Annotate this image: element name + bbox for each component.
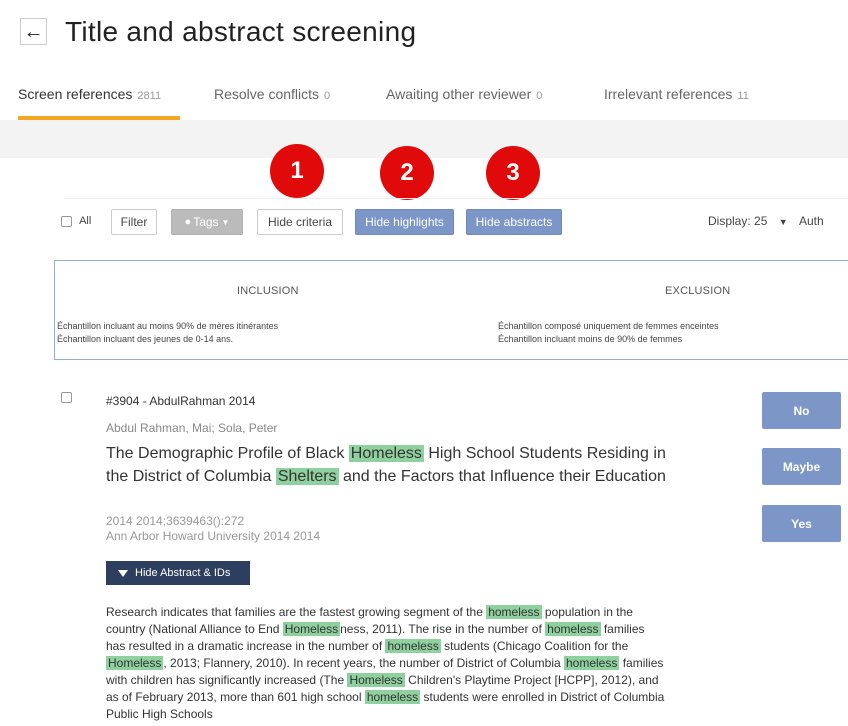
tab-count: 2811 [137,90,162,102]
hide-abstract-button[interactable]: Hide Abstract & IDs [106,561,250,585]
reference-abstract: Research indicates that families are the… [106,604,666,723]
exclusion-heading: EXCLUSION [665,285,731,297]
annotation-marker-3: 3 [486,146,540,200]
keyword-highlight: Homeless [348,445,424,462]
filter-button[interactable]: Filter [111,209,157,235]
hide-abstract-label: Hide Abstract & IDs [135,567,231,579]
criteria-box: INCLUSION Échantillon incluant au moins … [54,260,848,360]
title-text: The Demographic Profile of Black [106,445,349,462]
tags-label: Tags [193,215,219,229]
tag-icon: ● [184,216,192,228]
page-title: Title and abstract screening [65,16,417,47]
exclusion-criterion: Échantillon incluant moins de 90% de fem… [498,334,683,344]
tab-irrelevant-references[interactable]: Irrelevant references 11 [604,86,749,102]
abstract-text: Research indicates that families are the… [106,605,487,619]
chevron-down-icon: ▼ [778,217,788,227]
tab-count: 11 [737,90,749,102]
keyword-highlight: Homeless [106,656,164,670]
tab-bar: Screen references 2811 Resolve conflicts 0… [0,68,848,121]
inclusion-heading: INCLUSION [237,285,299,297]
keyword-highlight: homeless [385,639,441,653]
hide-highlights-button[interactable]: Hide highlights [355,209,454,235]
reference-meta: 2014 2014;3639463():272 Ann Arbor Howard… [106,514,320,544]
tab-label: Screen references [18,86,133,102]
publisher-info: Ann Arbor Howard University 2014 2014 [106,529,321,543]
keyword-highlight: Homeless [282,622,341,636]
exclusion-criterion: Échantillon composé uniquement de femmes… [498,321,719,331]
back-arrow-icon[interactable]: ← [20,18,47,45]
reference-checkbox[interactable] [61,392,72,403]
annotation-marker-1: 1 [270,144,324,198]
toolbar-divider [64,198,848,199]
tab-screen-references[interactable]: Screen references 2811 [18,86,161,102]
keyword-highlight: homeless [364,690,421,704]
keyword-highlight: homeless [545,622,601,636]
page-header: ← Title and abstract screening [0,0,848,60]
chevron-down-icon: ▼ [221,217,230,227]
tab-awaiting-other-reviewer[interactable]: Awaiting other reviewer 0 [386,86,542,102]
tab-count: 0 [324,90,331,102]
tab-count: 0 [536,90,543,102]
tags-button[interactable]: ● Tags ▼ [171,209,243,235]
reference-id: #3904 - AbdulRahman 2014 [106,394,256,408]
decision-yes-button[interactable]: Yes [762,505,841,542]
hide-criteria-button[interactable]: Hide criteria [257,209,343,235]
publication-info: 2014 2014;3639463():272 [106,514,245,528]
keyword-highlight: Shelters [275,468,339,485]
abstract-text: , 2013; Flannery, 2010). In recent years… [163,656,564,670]
title-text: and the Factors that Influence their Edu… [338,468,666,485]
select-all-checkbox[interactable] [61,215,72,227]
keyword-highlight: Homeless [347,673,405,687]
display-label: Display: 25 [708,214,768,228]
abstract-text: students (Chicago Coalition for the [440,639,629,653]
triangle-down-icon [118,569,128,577]
decision-no-button[interactable]: No [762,392,841,429]
select-all[interactable]: All [61,215,91,227]
abstract-text: ness, 2011). The rise in the number of [340,622,546,636]
select-all-label: All [79,215,92,228]
sort-select[interactable]: Auth [799,214,824,228]
reference-title: The Demographic Profile of Black Homeles… [106,442,666,488]
hide-abstracts-button[interactable]: Hide abstracts [466,209,562,235]
keyword-highlight: homeless [564,656,620,670]
decision-maybe-button[interactable]: Maybe [762,448,841,485]
inclusion-criterion: Échantillon incluant au moins 90% de mèr… [57,321,279,331]
tab-label: Resolve conflicts [214,86,320,102]
tab-resolve-conflicts[interactable]: Resolve conflicts 0 [214,86,330,102]
reference-authors: Abdul Rahman, Mai; Sola, Peter [106,421,278,435]
tab-label: Awaiting other reviewer [386,86,532,102]
annotation-marker-2: 2 [380,146,434,200]
keyword-highlight: homeless [486,605,542,619]
tab-label: Irrelevant references [604,86,733,102]
display-count-select[interactable]: Display: 25 ▼ Auth [708,214,824,228]
inclusion-criterion: Échantillon incluant des jeunes de 0-14 … [57,334,234,344]
